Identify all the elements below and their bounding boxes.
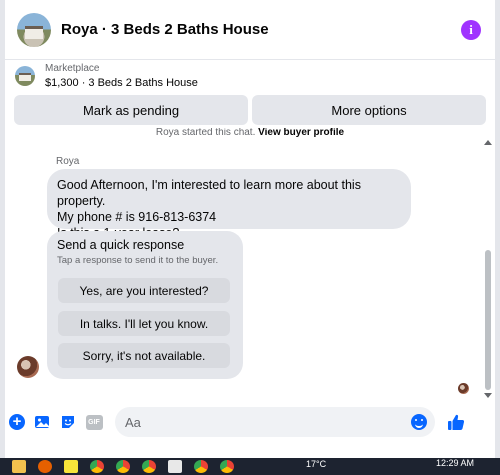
listing-avatar[interactable] bbox=[17, 12, 51, 47]
listing-thumbnail bbox=[15, 66, 35, 86]
quick-response-subtitle: Tap a response to send it to the buyer. bbox=[57, 255, 219, 266]
sender-avatar[interactable] bbox=[17, 356, 39, 378]
photo-icon[interactable] bbox=[33, 413, 51, 431]
chrome-icon[interactable] bbox=[90, 460, 104, 473]
seen-indicator-avatar bbox=[458, 383, 469, 394]
scroll-up-arrow-icon[interactable] bbox=[484, 140, 492, 145]
message-line: Good Afternoon, I'm interested to learn … bbox=[57, 178, 361, 208]
os-taskbar: 17°C 12:29 AM bbox=[0, 458, 500, 475]
chat-started-note: Roya started this chat. View buyer profi… bbox=[5, 128, 495, 140]
chrome-icon[interactable] bbox=[194, 460, 208, 473]
chrome-icon[interactable] bbox=[142, 460, 156, 473]
chat-started-text: Roya started this chat. bbox=[155, 128, 256, 138]
scroll-down-arrow-icon[interactable] bbox=[484, 393, 492, 398]
chrome-icon[interactable] bbox=[220, 460, 234, 473]
quick-response-option[interactable]: In talks. I'll let you know. bbox=[58, 311, 230, 336]
gif-icon[interactable]: GIF bbox=[85, 414, 103, 430]
emoji-icon[interactable] bbox=[411, 414, 427, 430]
sticky-notes-icon[interactable] bbox=[64, 460, 78, 473]
message-bubble: Good Afternoon, I'm interested to learn … bbox=[47, 169, 411, 240]
app-icon[interactable] bbox=[168, 460, 182, 473]
quick-response-title: Send a quick response bbox=[57, 238, 185, 252]
message-sender-name: Roya bbox=[56, 156, 80, 167]
chat-title[interactable]: Roya · 3 Beds 2 Baths House bbox=[61, 21, 269, 38]
mark-as-pending-button[interactable]: Mark as pending bbox=[14, 95, 248, 125]
weather-temperature[interactable]: 17°C bbox=[306, 459, 326, 469]
scroll-thumb[interactable] bbox=[485, 250, 491, 390]
quick-response-option[interactable]: Yes, are you interested? bbox=[58, 278, 230, 303]
folder-icon[interactable] bbox=[12, 460, 26, 473]
quick-response-option[interactable]: Sorry, it's not available. bbox=[58, 343, 230, 368]
firefox-icon[interactable] bbox=[38, 460, 52, 473]
more-options-button[interactable]: More options bbox=[252, 95, 486, 125]
thumbs-up-icon[interactable] bbox=[447, 413, 465, 431]
quick-response-card: Send a quick response Tap a response to … bbox=[47, 231, 243, 379]
listing-price-title: $1,300 · 3 Beds 2 Baths House bbox=[45, 77, 198, 89]
listing-bar[interactable]: Marketplace $1,300 · 3 Beds 2 Baths Hous… bbox=[5, 61, 495, 91]
chrome-icon[interactable] bbox=[116, 460, 130, 473]
message-input-placeholder: Aa bbox=[125, 414, 141, 430]
message-composer: + GIF Aa bbox=[5, 404, 495, 440]
marketplace-label: Marketplace bbox=[45, 63, 100, 74]
listing-actions: Mark as pending More options bbox=[14, 95, 486, 125]
chat-header: Roya · 3 Beds 2 Baths House i bbox=[5, 0, 495, 60]
clock-time[interactable]: 12:29 AM bbox=[436, 458, 474, 468]
message-input[interactable]: Aa bbox=[115, 407, 435, 437]
message-line: My phone # is 916-813-6374 bbox=[57, 210, 217, 224]
view-buyer-profile-link[interactable]: View buyer profile bbox=[258, 128, 344, 138]
info-icon[interactable]: i bbox=[461, 20, 481, 40]
sticker-icon[interactable] bbox=[59, 413, 77, 431]
scrollbar[interactable] bbox=[484, 140, 492, 402]
plus-icon[interactable]: + bbox=[9, 414, 25, 430]
